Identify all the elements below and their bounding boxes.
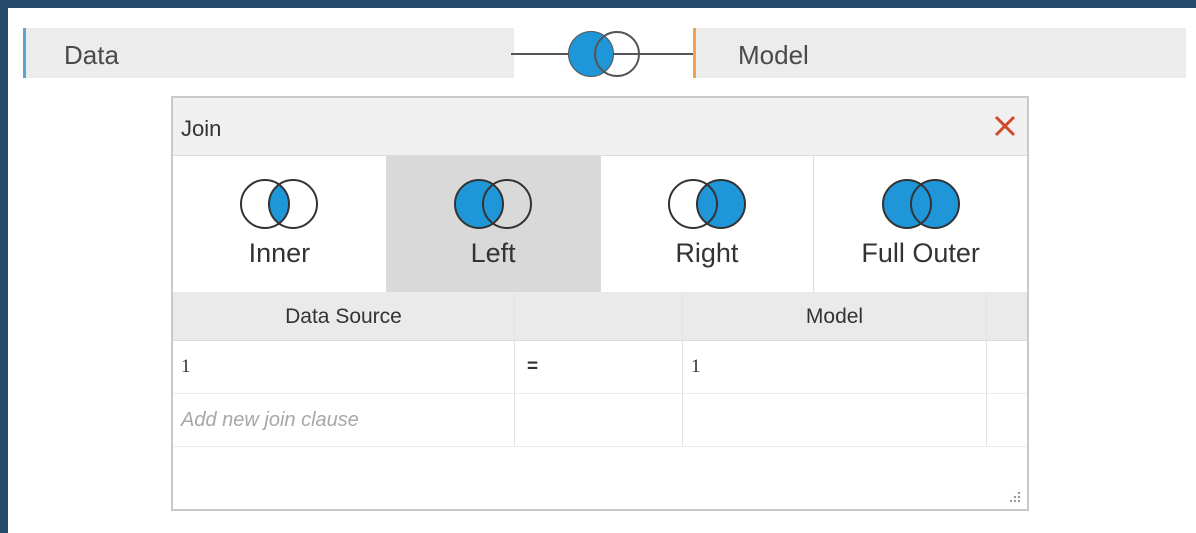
empty-cell <box>683 394 987 446</box>
join-type-inner[interactable]: Inner <box>173 156 387 292</box>
left-table-bar[interactable]: Data <box>23 28 514 78</box>
column-header-model: Model <box>683 292 987 340</box>
column-header-spacer <box>987 292 1027 340</box>
add-join-clause-row[interactable]: Add new join clause <box>173 394 1027 447</box>
right-table-name: Model <box>738 40 809 70</box>
join-connector-icon[interactable] <box>511 22 696 86</box>
dialog-title: Join <box>181 116 222 141</box>
column-header-operator <box>515 292 683 340</box>
join-clause-row[interactable]: 1 = 1 <box>173 341 1027 394</box>
empty-cell <box>515 394 683 446</box>
canvas: Data Model Join Inner Left Right Full Ou… <box>8 8 1196 533</box>
row-spacer <box>987 394 1027 446</box>
join-type-label: Left <box>470 238 516 268</box>
join-type-label: Full Outer <box>861 238 980 268</box>
left-table-name: Data <box>64 40 119 70</box>
join-type-right[interactable]: Right <box>601 156 815 292</box>
full-outer-join-icon <box>881 179 960 229</box>
right-table-bar[interactable]: Model <box>693 28 1186 78</box>
join-type-label: Right <box>675 238 739 268</box>
join-clause-table: Data Source Model 1 = 1 Add new join cla… <box>173 292 1027 447</box>
left-join-icon <box>454 179 533 229</box>
dialog-header: Join <box>173 98 1027 156</box>
add-join-clause-link[interactable]: Add new join clause <box>173 394 515 446</box>
inner-join-icon <box>240 179 319 229</box>
join-type-selector: Inner Left Right Full Outer <box>173 156 1027 292</box>
right-join-icon <box>667 179 746 229</box>
join-type-full-outer[interactable]: Full Outer <box>814 156 1027 292</box>
table-header: Data Source Model <box>173 292 1027 341</box>
clause-left-field[interactable]: 1 <box>173 341 515 393</box>
clause-operator[interactable]: = <box>515 341 683 393</box>
join-type-left[interactable]: Left <box>386 156 601 292</box>
column-header-data-source: Data Source <box>173 292 515 340</box>
close-icon[interactable] <box>991 112 1019 140</box>
join-dialog: Join Inner Left Right Full Outer Data So… <box>171 96 1029 511</box>
join-type-label: Inner <box>248 238 311 268</box>
row-spacer <box>987 341 1027 393</box>
clause-right-field[interactable]: 1 <box>683 341 987 393</box>
resize-grip-icon[interactable] <box>1007 489 1021 503</box>
